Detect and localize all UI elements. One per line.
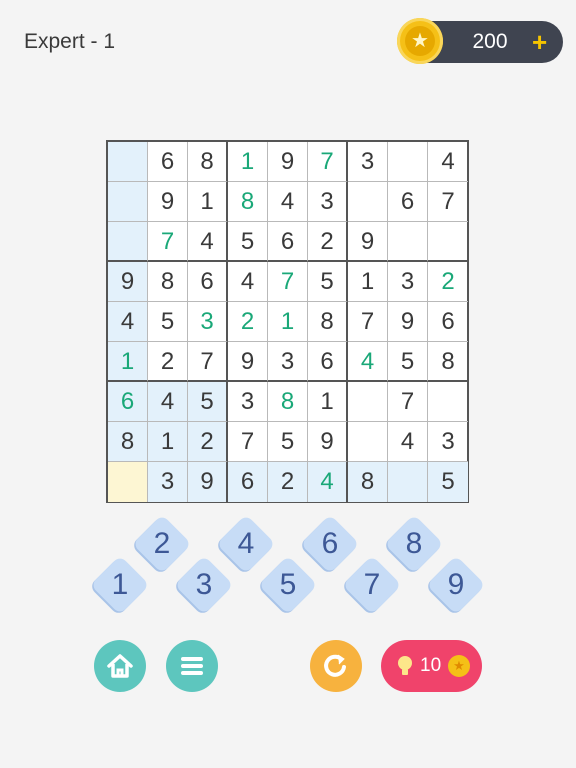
board-cell[interactable]: 4 xyxy=(108,302,148,342)
board-cell[interactable]: 1 xyxy=(108,342,148,382)
board-cell[interactable]: 3 xyxy=(348,142,388,182)
board-cell[interactable]: 8 xyxy=(308,302,348,342)
board-cell[interactable]: 9 xyxy=(348,222,388,262)
board-cell[interactable]: 3 xyxy=(148,462,188,502)
board-cell[interactable]: 4 xyxy=(388,422,428,462)
board-cell[interactable]: 9 xyxy=(228,342,268,382)
board-cell[interactable]: 6 xyxy=(148,142,188,182)
board-cell[interactable] xyxy=(388,142,428,182)
number-key[interactable]: 9 xyxy=(426,555,486,615)
board-cell[interactable]: 3 xyxy=(428,422,468,462)
board-cell[interactable]: 6 xyxy=(188,262,228,302)
board-cell[interactable]: 9 xyxy=(388,302,428,342)
board-cell[interactable]: 4 xyxy=(308,462,348,502)
board-cell[interactable]: 8 xyxy=(348,462,388,502)
board-cell[interactable]: 5 xyxy=(228,222,268,262)
home-button[interactable] xyxy=(94,640,146,692)
board-cell[interactable] xyxy=(108,182,148,222)
board-cell[interactable]: 9 xyxy=(308,422,348,462)
board-cell[interactable]: 5 xyxy=(148,302,188,342)
board-cell[interactable] xyxy=(388,222,428,262)
board-cell[interactable] xyxy=(348,382,388,422)
home-icon xyxy=(107,654,133,678)
board-cell[interactable]: 1 xyxy=(228,142,268,182)
board-cell[interactable]: 7 xyxy=(388,382,428,422)
undo-icon xyxy=(324,654,346,677)
board-cell[interactable]: 2 xyxy=(148,342,188,382)
board-cell[interactable]: 6 xyxy=(108,382,148,422)
board-cell[interactable]: 4 xyxy=(188,222,228,262)
board-cell[interactable] xyxy=(428,222,468,262)
board-cell[interactable]: 6 xyxy=(308,342,348,382)
board-cell[interactable]: 2 xyxy=(188,422,228,462)
board-cell[interactable]: 7 xyxy=(308,142,348,182)
board-cell[interactable] xyxy=(348,182,388,222)
board-cell[interactable]: 1 xyxy=(268,302,308,342)
board-cell[interactable]: 4 xyxy=(228,262,268,302)
board-cell[interactable]: 7 xyxy=(428,182,468,222)
board-cell[interactable]: 7 xyxy=(188,342,228,382)
board-cell[interactable]: 8 xyxy=(148,262,188,302)
undo-button[interactable] xyxy=(310,640,362,692)
board-cell[interactable]: 2 xyxy=(228,302,268,342)
board-cell[interactable]: 7 xyxy=(348,302,388,342)
board-cell[interactable]: 9 xyxy=(268,142,308,182)
board-cell[interactable] xyxy=(108,222,148,262)
board-cell[interactable]: 2 xyxy=(308,222,348,262)
add-coins-button[interactable]: + xyxy=(532,21,547,63)
board-cell[interactable]: 3 xyxy=(188,302,228,342)
board-cell[interactable]: 1 xyxy=(148,422,188,462)
board-cell[interactable]: 4 xyxy=(348,342,388,382)
board-cell[interactable] xyxy=(108,462,148,502)
board-cell[interactable]: 9 xyxy=(108,262,148,302)
key-number: 9 xyxy=(447,568,465,601)
board-cell[interactable]: 7 xyxy=(148,222,188,262)
board-cell[interactable]: 5 xyxy=(308,262,348,302)
board-cell[interactable]: 7 xyxy=(228,422,268,462)
sudoku-board: 6819734918436774562998647513245321879612… xyxy=(106,140,469,503)
coin-icon: ★ xyxy=(397,18,443,64)
menu-button[interactable] xyxy=(166,640,218,692)
board-cell[interactable]: 9 xyxy=(188,462,228,502)
board-cell[interactable]: 1 xyxy=(348,262,388,302)
board-cell[interactable] xyxy=(388,462,428,502)
board-cell[interactable]: 4 xyxy=(268,182,308,222)
board-cell[interactable]: 3 xyxy=(268,342,308,382)
level-title: Expert - 1 xyxy=(24,30,116,53)
board-cell[interactable]: 2 xyxy=(428,262,468,302)
board-cell[interactable]: 6 xyxy=(388,182,428,222)
board-cell[interactable]: 3 xyxy=(388,262,428,302)
board-cell[interactable]: 8 xyxy=(428,342,468,382)
board-cell[interactable]: 6 xyxy=(228,462,268,502)
board-cell[interactable]: 4 xyxy=(428,142,468,182)
board-cell[interactable]: 9 xyxy=(148,182,188,222)
lightbulb-icon xyxy=(398,656,412,675)
board-cell[interactable]: 8 xyxy=(228,182,268,222)
hint-coin-icon: ★ xyxy=(448,655,470,677)
board-cell[interactable]: 2 xyxy=(268,462,308,502)
board-cell[interactable]: 1 xyxy=(308,382,348,422)
board-cell[interactable] xyxy=(428,382,468,422)
board-cell[interactable]: 3 xyxy=(228,382,268,422)
board-cell[interactable]: 8 xyxy=(188,142,228,182)
board-cell[interactable]: 6 xyxy=(428,302,468,342)
board-cell[interactable] xyxy=(108,142,148,182)
board-cell[interactable]: 8 xyxy=(108,422,148,462)
board-cell[interactable]: 8 xyxy=(268,382,308,422)
coin-amount: 200 xyxy=(472,30,508,53)
board-cell[interactable]: 4 xyxy=(148,382,188,422)
board-cell[interactable]: 5 xyxy=(388,342,428,382)
hint-count: 10 xyxy=(420,655,442,676)
board-cell[interactable]: 5 xyxy=(268,422,308,462)
board-cell[interactable]: 3 xyxy=(308,182,348,222)
board-cell[interactable]: 6 xyxy=(268,222,308,262)
board-cell[interactable]: 7 xyxy=(268,262,308,302)
board-cell[interactable]: 1 xyxy=(188,182,228,222)
board-cell[interactable] xyxy=(348,422,388,462)
board-cell[interactable]: 5 xyxy=(428,462,468,502)
board-cell[interactable]: 5 xyxy=(188,382,228,422)
menu-icon xyxy=(181,657,203,675)
